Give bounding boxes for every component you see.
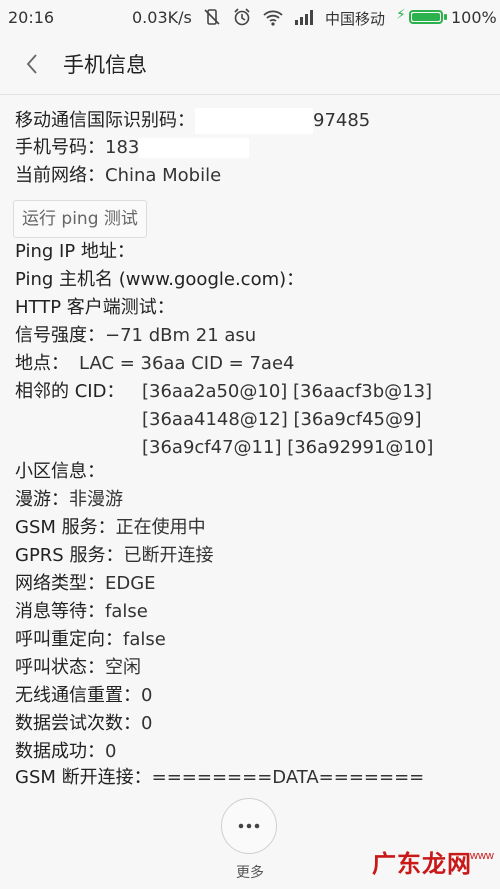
- signal-value: −71 dBm 21 asu: [105, 325, 257, 346]
- neighbor-cid-line: [36a9cf47@11] [36a92991@10]: [142, 437, 434, 458]
- neighbor-cid-line: [36aa4148@12] [36a9cf45@9]: [142, 409, 422, 430]
- data-success-label: 数据成功：: [15, 741, 105, 762]
- radio-reset-label: 无线通信重置：: [15, 685, 141, 706]
- network-value: China Mobile: [105, 165, 222, 186]
- message-waiting-label: 消息等待：: [15, 601, 105, 622]
- neighbor-cid-line: [36aa2a50@10] [36aacf3b@13]: [142, 381, 433, 402]
- imei-row: 移动通信国际识别码： 97485: [15, 108, 370, 134]
- wifi-icon: [263, 10, 283, 26]
- call-state-value: 空闲: [105, 657, 141, 678]
- neighbor-cid-list: [36aa2a50@10] [36aacf3b@13] [36aa4148@12…: [142, 378, 433, 462]
- call-redirect-label: 呼叫重定向：: [15, 629, 123, 650]
- gsm-service-row: GSM 服务：正在使用中: [15, 516, 206, 540]
- network-type-value: EDGE: [105, 573, 156, 594]
- call-state-label: 呼叫状态：: [15, 657, 105, 678]
- network-type-row: 网络类型：EDGE: [15, 572, 156, 596]
- run-ping-button[interactable]: 运行 ping 测试: [13, 200, 147, 238]
- status-net-speed: 0.03K/s: [132, 8, 192, 27]
- network-row: 当前网络：China Mobile: [15, 164, 221, 188]
- roaming-value: 非漫游: [69, 489, 123, 510]
- call-redirect-value: false: [123, 629, 166, 650]
- gprs-service-label: GPRS 服务：: [15, 545, 124, 566]
- neighbor-cid-row: 相邻的 CID：: [15, 380, 124, 404]
- ping-ip-label: Ping IP 地址：: [15, 241, 135, 262]
- more-button[interactable]: [221, 798, 277, 854]
- radio-reset-row: 无线通信重置：0: [15, 684, 152, 708]
- watermark-sub: www: [470, 850, 494, 862]
- imei-label: 移动通信国际识别码：: [15, 110, 195, 131]
- roaming-label: 漫游：: [15, 489, 69, 510]
- signal-icon: [295, 10, 313, 25]
- gprs-service-value: 已断开连接: [123, 545, 214, 566]
- status-icons: [202, 7, 316, 27]
- data-attempts-value: 0: [141, 713, 153, 734]
- data-success-row: 数据成功：0: [15, 740, 116, 764]
- vibrate-off-icon: [204, 9, 220, 25]
- charging-icon: ⚡: [396, 7, 406, 23]
- status-battery-pct: 100%: [451, 8, 497, 27]
- location-value: LAC = 36aa CID = 7ae4: [79, 353, 295, 374]
- radio-reset-value: 0: [141, 685, 153, 706]
- battery-icon: [409, 10, 443, 24]
- status-time: 20:16: [8, 8, 55, 27]
- cell-info-row: 小区信息：: [15, 460, 105, 484]
- phone-value: 183: [105, 137, 140, 158]
- title-bar: 手机信息: [0, 36, 500, 95]
- network-label: 当前网络：: [15, 165, 105, 186]
- chevron-left-icon: [26, 54, 37, 74]
- location-label: 地点：: [15, 353, 69, 374]
- alarm-icon: [234, 8, 250, 26]
- message-waiting-row: 消息等待：false: [15, 600, 148, 624]
- phone-label: 手机号码：: [15, 137, 105, 158]
- message-waiting-value: false: [105, 601, 148, 622]
- ping-host-row: Ping 主机名 (www.google.com)：: [15, 268, 304, 292]
- phone-row: 手机号码：183: [15, 136, 250, 160]
- data-attempts-label: 数据尝试次数：: [15, 713, 141, 734]
- ping-host-label: Ping 主机名 (www.google.com)：: [15, 269, 305, 290]
- network-type-label: 网络类型：: [15, 573, 105, 594]
- signal-row: 信号强度：−71 dBm 21 asu: [15, 324, 256, 348]
- battery-level: [412, 13, 440, 21]
- gsm-service-label: GSM 服务：: [15, 517, 116, 538]
- gprs-service-row: GPRS 服务：已断开连接: [15, 544, 213, 568]
- http-test-row: HTTP 客户端测试：: [15, 296, 175, 320]
- neighbor-cid-label: 相邻的 CID：: [15, 381, 125, 402]
- gsm-disconnect-row: GSM 断开连接：========DATA=======: [15, 766, 424, 788]
- call-state-row: 呼叫状态：空闲: [15, 656, 141, 680]
- gsm-disconnect-label: GSM 断开连接：: [15, 767, 152, 788]
- gsm-disconnect-value: ========DATA=======: [151, 767, 425, 788]
- battery-tip: [444, 14, 447, 20]
- redaction: [139, 138, 250, 158]
- page-title: 手机信息: [63, 53, 147, 77]
- call-redirect-row: 呼叫重定向：false: [15, 628, 166, 652]
- status-carrier: 中国移动: [325, 10, 386, 28]
- signal-label: 信号强度：: [15, 325, 105, 346]
- cell-info-label: 小区信息：: [15, 461, 105, 482]
- roaming-row: 漫游：非漫游: [15, 488, 123, 512]
- ping-ip-row: Ping IP 地址：: [15, 240, 135, 264]
- data-success-value: 0: [105, 741, 117, 762]
- more-dots-icon: [238, 823, 260, 829]
- gsm-service-value: 正在使用中: [115, 517, 206, 538]
- watermark-logo: 广东龙网: [372, 849, 472, 878]
- redaction: [195, 108, 313, 134]
- location-row: 地点： LAC = 36aa CID = 7ae4: [15, 352, 295, 376]
- http-test-label: HTTP 客户端测试：: [15, 297, 175, 318]
- back-button[interactable]: [12, 44, 52, 84]
- data-attempts-row: 数据尝试次数：0: [15, 712, 152, 736]
- imei-value: 97485: [313, 110, 371, 131]
- status-bar: 20:16 0.03K/s 中国移动 ⚡ 100%: [0, 0, 500, 36]
